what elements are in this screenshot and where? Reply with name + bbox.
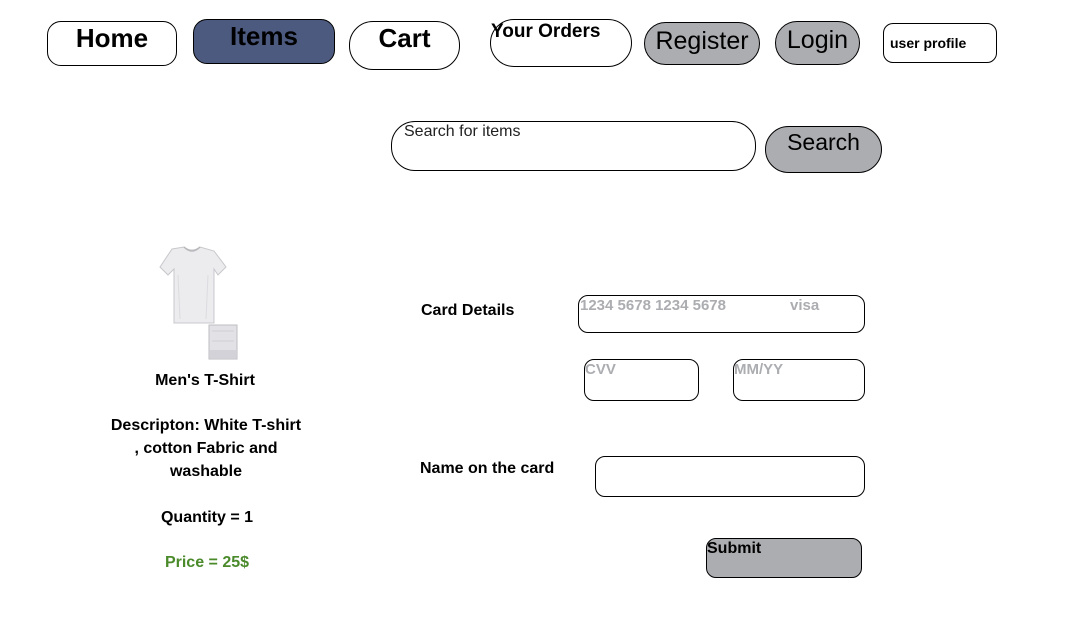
name-on-card-label: Name on the card <box>420 460 555 477</box>
login-label: Login <box>786 26 849 54</box>
nav-orders-label: Your Orders <box>491 21 601 42</box>
search-placeholder: Search for items <box>404 123 521 140</box>
cvv-input[interactable]: CVV <box>584 359 699 401</box>
expiry-input[interactable]: MM/YY <box>733 359 865 401</box>
product-image <box>152 245 238 361</box>
user-profile-button[interactable]: user profile <box>883 23 997 63</box>
user-profile-label: user profile <box>890 35 967 51</box>
product-description-line3: washable <box>169 463 243 480</box>
expiry-placeholder: MM/YY <box>734 361 784 378</box>
product-price: Price = 25$ <box>164 554 250 571</box>
card-type-label: visa <box>790 297 820 314</box>
nav-items-button[interactable]: Items <box>193 19 335 64</box>
card-details-label: Card Details <box>421 302 515 319</box>
register-button[interactable]: Register <box>644 22 760 65</box>
search-input[interactable]: Search for items <box>391 121 756 171</box>
submit-label: Submit <box>707 540 762 557</box>
nav-cart-label: Cart <box>378 23 431 53</box>
register-label: Register <box>655 27 749 55</box>
nav-cart-button[interactable]: Cart <box>349 21 460 70</box>
nav-home-button[interactable]: Home <box>47 21 177 66</box>
nav-items-label: Items <box>230 21 298 51</box>
tshirt-icon <box>152 245 238 361</box>
name-on-card-input[interactable] <box>595 456 865 497</box>
nav-home-label: Home <box>75 23 149 53</box>
product-quantity: Quantity = 1 <box>160 509 254 526</box>
product-description-line1: Descripton: White T-shirt <box>110 417 302 434</box>
search-button-label: Search <box>787 129 860 155</box>
submit-button[interactable]: Submit <box>706 538 862 578</box>
cvv-placeholder: CVV <box>585 361 616 378</box>
login-button[interactable]: Login <box>775 21 860 65</box>
card-number-input[interactable]: 1234 5678 1234 5678 visa <box>578 295 865 333</box>
card-number-placeholder: 1234 5678 1234 5678 <box>580 297 726 314</box>
search-button[interactable]: Search <box>765 126 882 173</box>
product-name: Men's T-Shirt <box>155 372 255 389</box>
product-description-line2: , cotton Fabric and <box>134 440 278 457</box>
nav-orders-button[interactable]: Your Orders <box>490 19 632 67</box>
